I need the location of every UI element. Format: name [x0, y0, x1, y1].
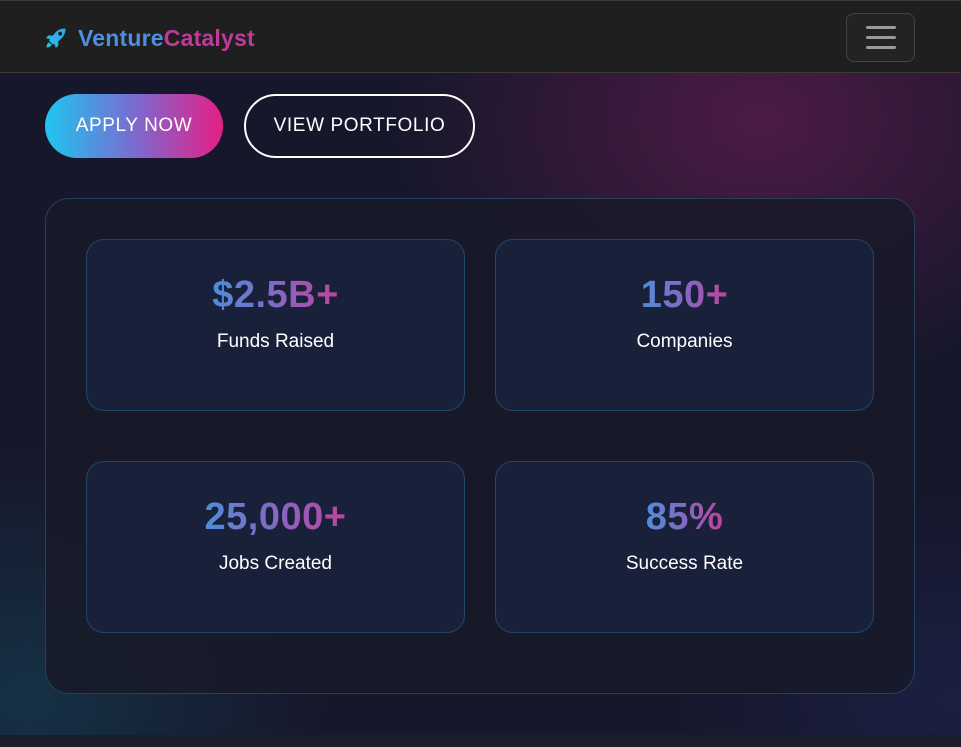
rocket-icon [46, 28, 66, 48]
apply-now-button[interactable]: APPLY NOW [45, 94, 223, 158]
stat-value: 25,000+ [204, 496, 347, 538]
stats-panel: $2.5B+ Funds Raised 150+ Companies 25,00… [45, 198, 915, 694]
brand-name-part1: Venture [78, 24, 164, 51]
hamburger-menu-icon-bar [865, 36, 896, 39]
stat-card-jobs-created: 25,000+ Jobs Created [86, 461, 465, 633]
hamburger-menu-icon-bar [865, 46, 896, 49]
brand-logo-link[interactable]: VentureCatalyst [44, 21, 255, 55]
hamburger-menu-button[interactable] [846, 13, 915, 62]
page-bottom-divider [0, 735, 961, 747]
stat-card-companies: 150+ Companies [495, 239, 874, 411]
brand-name: VentureCatalyst [78, 25, 255, 52]
stat-card-success-rate: 85% Success Rate [495, 461, 874, 633]
view-portfolio-button[interactable]: VIEW PORTFOLIO [244, 94, 475, 158]
stat-card-funds-raised: $2.5B+ Funds Raised [86, 239, 465, 411]
stat-label: Success Rate [625, 553, 744, 574]
stat-label: Funds Raised [216, 331, 335, 352]
hamburger-menu-icon-bar [865, 26, 896, 29]
navbar: VentureCatalyst [0, 0, 961, 73]
stat-label: Companies [636, 331, 733, 352]
stat-label: Jobs Created [218, 553, 332, 574]
brand-name-part2: Catalyst [163, 24, 255, 51]
stat-value: 150+ [640, 274, 729, 316]
stat-value: $2.5B+ [212, 274, 339, 316]
stat-value: 85% [645, 496, 724, 538]
